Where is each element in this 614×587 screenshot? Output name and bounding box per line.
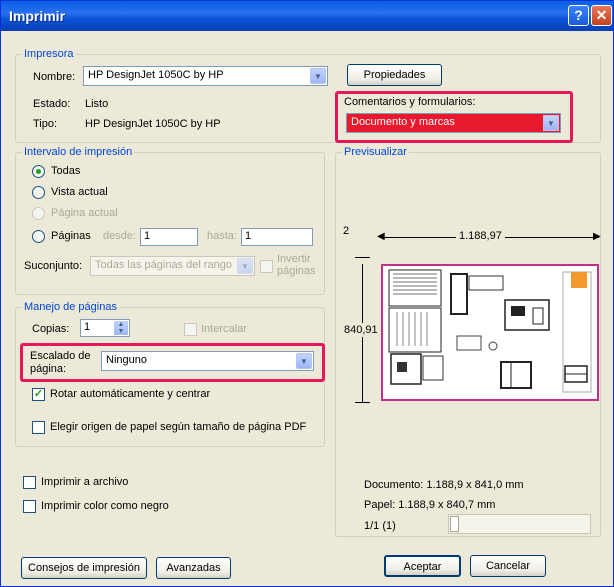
range-pages-radio[interactable] [32,230,45,243]
printer-state-label: Estado: [33,98,71,110]
paper-source-label[interactable]: Elegir origen de papel según tamaño de p… [50,421,306,433]
page-handling-group-label: Manejo de páginas [22,301,119,313]
subset-value: Todas las páginas del rango [95,259,232,271]
auto-rotate-label[interactable]: Rotar automáticamente y centrar [50,388,210,400]
printer-state-value: Listo [85,98,109,110]
window-title: Imprimir [9,8,66,24]
printer-group-label: Impresora [22,48,76,60]
range-from-value: 1 [144,230,151,242]
print-range-group-label: Intervalo de impresión [22,146,135,158]
range-from-label: desde: [103,230,137,242]
subset-label: Suconjunto: [24,260,83,272]
invert-pages-label-2: páginas [277,265,316,277]
auto-rotate-checkbox[interactable]: ✓ [32,388,45,401]
range-to-label: hasta: [207,230,237,242]
print-to-file-checkbox[interactable] [23,476,36,489]
preview-group-label: Previsualizar [342,146,409,158]
range-from-input[interactable]: 1 [140,228,198,246]
range-to-value: 1 [245,230,252,242]
document-size: Documento: 1.188,9 x 841,0 mm [364,479,524,491]
comments-highlight-box [335,91,573,143]
close-button[interactable]: ✕ [591,5,612,26]
collate-label: Intercalar [201,323,247,335]
print-to-file-label[interactable]: Imprimir a archivo [41,476,128,488]
printer-name-label: Nombre: [33,71,76,83]
height-bottom-tick [355,402,370,403]
printer-name-value: HP DesignJet 1050C by HP [88,69,224,81]
properties-button[interactable]: Propiedades [347,64,442,86]
page-slider-track[interactable] [448,514,591,534]
subset-select: Todas las páginas del rango ▼ [90,256,255,276]
right-arrowhead-icon: ▶ [593,231,601,242]
range-to-input[interactable]: 1 [241,228,313,246]
print-tips-button[interactable]: Consejos de impresión [21,557,147,579]
printer-name-select[interactable]: HP DesignJet 1050C by HP ▼ [83,66,328,86]
width-dimension-label: 1.188,97 [456,230,505,242]
invert-pages-label-1: Invertir [277,253,311,265]
copies-input[interactable]: 1 ▲ ▼ [80,319,130,337]
paper-source-checkbox[interactable] [32,421,45,434]
range-current-page-radio [32,207,45,220]
spinner-arrows-icon[interactable]: ▲ ▼ [114,321,128,335]
preview-page-thumbnail [381,264,599,401]
range-current-view-label[interactable]: Vista actual [51,186,108,198]
paper-size: Papel: 1.188,9 x 840,7 mm [364,499,496,511]
title-bar: Imprimir ? ✕ [1,1,613,31]
corner-mark: 2 [343,225,350,237]
cancel-button[interactable]: Cancelar [470,555,546,577]
floor-plan-drawing [388,269,592,393]
page-counter: 1/1 (1) [364,520,396,532]
range-current-page-label: Página actual [51,207,118,219]
printer-type-label: Tipo: [33,118,58,130]
height-dimension-label: 840,91 [344,323,378,337]
print-dialog: Imprimir ? ✕ Impresora Nombre: HP Design… [0,0,614,587]
copies-value: 1 [84,321,91,333]
left-arrowhead-icon: ◀ [377,231,385,242]
copies-label: Copias: [32,323,70,335]
height-top-tick [355,257,370,258]
range-all-label[interactable]: Todas [51,165,80,177]
advanced-button[interactable]: Avanzadas [156,557,231,579]
invert-pages-checkbox [260,260,273,273]
print-color-black-checkbox[interactable] [23,500,36,513]
scaling-highlight-box [20,343,325,382]
chevron-down-icon: ▼ [237,258,253,274]
range-all-radio[interactable] [32,165,45,178]
print-color-black-label[interactable]: Imprimir color como negro [41,500,169,512]
ok-button[interactable]: Aceptar [384,555,461,577]
printer-type-value: HP DesignJet 1050C by HP [85,118,221,130]
page-slider-thumb[interactable] [450,516,459,532]
chevron-down-icon: ▼ [310,68,326,84]
range-current-view-radio[interactable] [32,186,45,199]
help-button[interactable]: ? [568,5,589,26]
collate-checkbox [184,323,197,336]
range-pages-label[interactable]: Páginas [51,230,91,242]
